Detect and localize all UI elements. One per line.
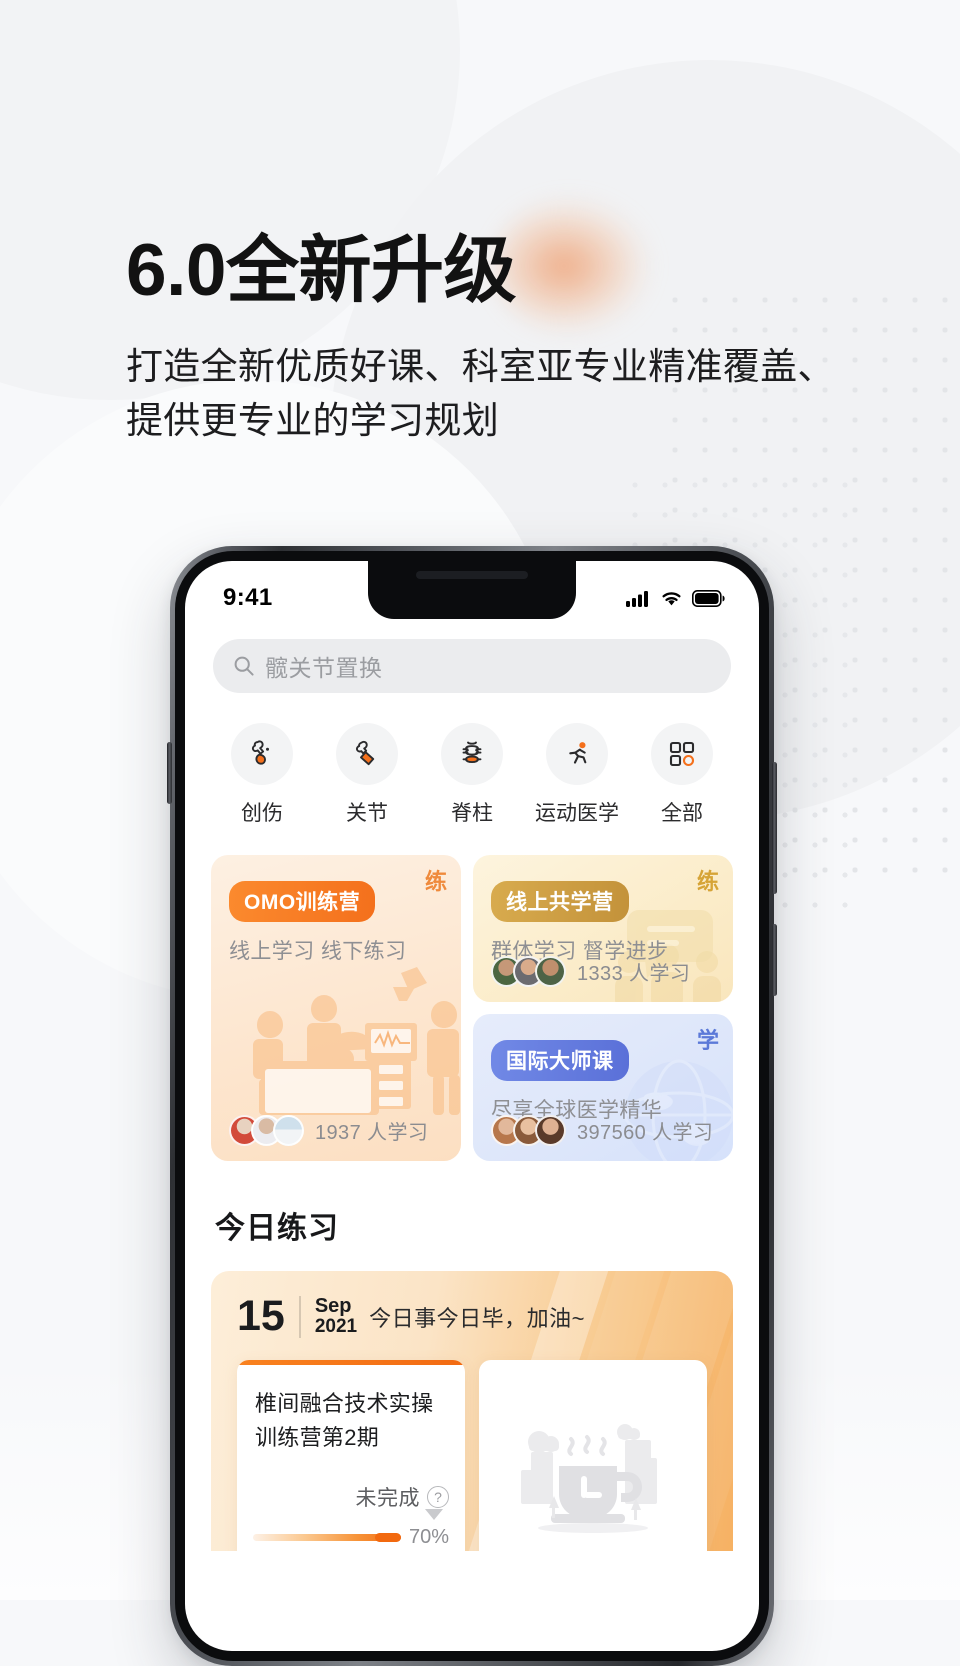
category-icon-wrap [546, 723, 608, 785]
promo-learner-count: 397560 人学习 [577, 1122, 714, 1144]
category-item-trauma[interactable]: 创伤 [219, 723, 305, 827]
promo-corner-tag: 练 [424, 869, 447, 894]
avatar [535, 1115, 566, 1146]
promo-subtitle: 线上学习 线下练习 [229, 940, 407, 963]
phone-volume-button[interactable] [167, 742, 172, 804]
task-card[interactable]: 椎间融合技术实操训练营第2期 未完成 ? 70% [237, 1360, 465, 1551]
trauma-bone-icon [251, 740, 269, 765]
phone-side-button[interactable] [772, 924, 777, 996]
task-footer: 未完成 ? 70% [253, 1482, 449, 1549]
avatar-stack [229, 1115, 304, 1146]
category-label: 创伤 [241, 802, 283, 825]
category-icon-wrap [651, 723, 713, 785]
promo-card-group: 练 OMO训练营 线上学习 线下练习 1937 人学习 练 线上共学营 群体学习… [185, 827, 759, 1161]
today-date-header: 15 Sep 2021 今日事今日毕，加油~ [211, 1271, 733, 1338]
promo-corner-tag: 学 [696, 1028, 719, 1053]
hero-subtitle: 打造全新优质好课、科室亚专业精准覆盖、 提供更专业的学习规划 [126, 340, 866, 448]
joint-icon [355, 740, 375, 766]
today-task-list: 椎间融合技术实操训练营第2期 未完成 ? 70% [211, 1338, 733, 1551]
today-practice-card[interactable]: 15 Sep 2021 今日事今日毕，加油~ 椎间融合技术实操训练营第2期 未完… [211, 1271, 733, 1551]
progress-knob [374, 1533, 401, 1542]
promo-pill-label: 线上共学营 [491, 881, 629, 922]
today-month: Sep [314, 1294, 352, 1317]
battery-icon [692, 589, 725, 607]
progress-marker-triangle [425, 1509, 443, 1520]
promo-header: 国际大师课 尽享全球医学精华 [473, 1014, 733, 1124]
avatar [273, 1115, 304, 1146]
promo-learners: 1937 人学习 [229, 1115, 428, 1146]
promo-learners: 397560 人学习 [491, 1115, 713, 1146]
promo-card-online-study[interactable]: 练 线上共学营 群体学习 督学进步 1333 人学习 [473, 855, 733, 1002]
today-cheer-text: 今日事今日毕，加油~ [369, 1305, 585, 1331]
category-item-joint[interactable]: 关节 [324, 723, 410, 827]
avatar-stack [491, 956, 566, 987]
phone-mockup: 9:41 髋关节置换 创伤 关节 脊柱 运动医学 全部 练 OMO训练营 线上学… [167, 546, 777, 1666]
avatar [535, 956, 566, 987]
task-title: 椎间融合技术实操训练营第2期 [255, 1391, 434, 1450]
category-icon-wrap [441, 723, 503, 785]
status-bar: 9:41 [185, 561, 759, 623]
grid-all-icon [669, 741, 695, 767]
avatar-stack [491, 1115, 566, 1146]
search-input[interactable]: 髋关节置换 [213, 639, 731, 693]
phone-power-button[interactable] [772, 762, 777, 894]
coffee-cup-illustration [521, 1423, 657, 1533]
section-title-today-practice: 今日练习 [215, 1212, 339, 1245]
status-bar-time: 9:41 [223, 584, 273, 611]
task-status-label: 未完成 [355, 1487, 420, 1510]
search-icon [234, 656, 254, 676]
progress-percent-label: 70% [408, 1526, 449, 1548]
spine-icon [462, 741, 482, 764]
task-progress-row: 70% [253, 1509, 449, 1549]
promo-card-omo[interactable]: 练 OMO训练营 线上学习 线下练习 1937 人学习 [211, 855, 461, 1161]
hero-subtitle-line-2: 提供更专业的学习规划 [126, 400, 499, 441]
promo-header: 线上共学营 群体学习 督学进步 [473, 855, 733, 965]
promo-header: OMO训练营 线上学习 线下练习 [211, 855, 461, 965]
promo-learner-count: 1937 人学习 [315, 1122, 429, 1144]
date-divider [298, 1295, 301, 1338]
category-label: 全部 [661, 802, 703, 825]
category-label: 脊柱 [451, 802, 493, 825]
promo-learner-count: 1333 人学习 [577, 963, 691, 985]
today-year: 2021 [314, 1316, 358, 1338]
page-title: 6.0全新升级 [126, 230, 516, 311]
wifi-icon [662, 591, 681, 605]
today-day: 15 [237, 1292, 285, 1340]
category-item-all[interactable]: 全部 [639, 723, 725, 827]
promo-pill-label: 国际大师课 [491, 1040, 629, 1081]
promo-corner-tag: 练 [696, 869, 719, 894]
hero-text-block: 6.0全新升级 打造全新优质好课、科室亚专业精准覆盖、 提供更专业的学习规划 [126, 228, 886, 448]
promo-right-column: 练 线上共学营 群体学习 督学进步 1333 人学习 学 国际大师课 尽享全球医… [473, 855, 733, 1161]
hero-subtitle-line-1: 打造全新优质好课、科室亚专业精准覆盖、 [126, 346, 835, 387]
cellular-signal-icon [626, 590, 648, 607]
category-label: 运动医学 [535, 802, 619, 825]
promo-card-master-class[interactable]: 学 国际大师课 尽享全球医学精华 397560 人学习 [473, 1014, 733, 1161]
category-icon-wrap [231, 723, 293, 785]
category-nav: 创伤 关节 脊柱 运动医学 全部 [185, 693, 759, 827]
category-label: 关节 [346, 802, 388, 825]
phone-screen: 9:41 髋关节置换 创伤 关节 脊柱 运动医学 全部 练 OMO训练营 线上学… [185, 561, 759, 1651]
sports-medicine-runner-icon [569, 742, 587, 764]
status-bar-icons [626, 589, 725, 607]
surgery-scene-illustration [253, 967, 460, 1115]
today-month-year: Sep 2021 [314, 1294, 358, 1338]
task-card[interactable] [479, 1360, 707, 1551]
progress-bar [253, 1533, 401, 1542]
question-mark-icon[interactable]: ? [427, 1486, 449, 1508]
category-icon-wrap [336, 723, 398, 785]
promo-learners: 1333 人学习 [491, 956, 690, 987]
category-item-sports-medicine[interactable]: 运动医学 [534, 723, 620, 827]
category-item-spine[interactable]: 脊柱 [429, 723, 515, 827]
task-status-row: 未完成 ? [253, 1482, 449, 1512]
search-bar-row: 髋关节置换 [185, 623, 759, 693]
promo-pill-label: OMO训练营 [229, 881, 376, 922]
search-placeholder: 髋关节置换 [265, 655, 383, 681]
